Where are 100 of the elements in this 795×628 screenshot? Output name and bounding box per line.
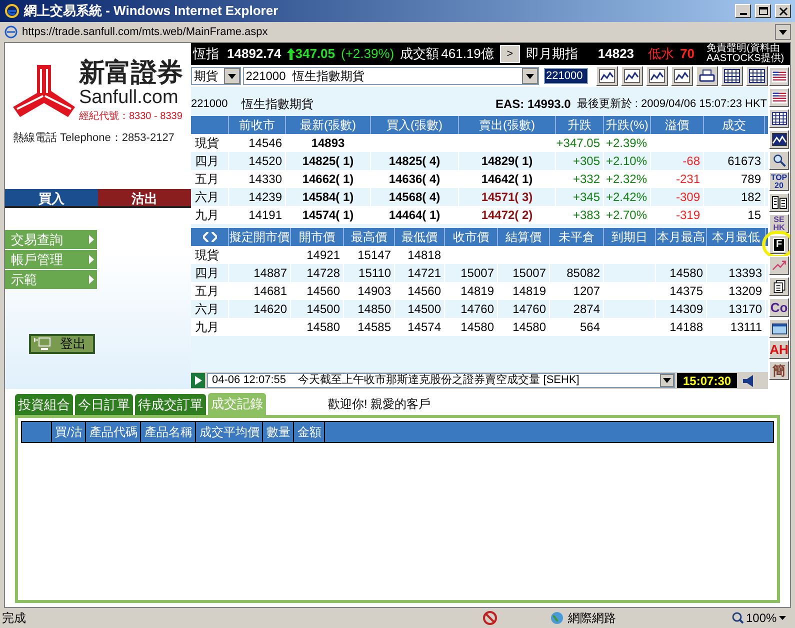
toolbar-button[interactable] (769, 151, 789, 170)
line-chart-icon (624, 69, 640, 83)
column-header: 產品代碼 (86, 422, 142, 442)
toolbar-button[interactable] (769, 319, 789, 338)
toolbar-button[interactable] (769, 277, 789, 296)
broker-number: 經紀代號：8330 - 8339 (79, 110, 183, 124)
toolbar-button[interactable] (769, 88, 789, 107)
index-name: 恆指 (193, 45, 219, 64)
line-chart-icon (674, 69, 690, 83)
toolbar-button[interactable]: 簡 (769, 361, 789, 380)
tab[interactable]: 今日訂單 (75, 394, 133, 415)
blocked-icon (482, 610, 498, 626)
toolbar-button[interactable] (769, 67, 789, 86)
arrow-right-icon (89, 235, 94, 244)
zoom-button[interactable]: 100% (732, 609, 786, 627)
list-icon (772, 196, 786, 209)
zoom-icon (732, 612, 744, 624)
dropdown-button[interactable] (775, 24, 791, 40)
document-icon (772, 280, 786, 293)
grid-icon (772, 112, 786, 125)
toolbar-button[interactable] (769, 130, 789, 149)
up-arrow-icon (287, 48, 296, 60)
table-cell: 14191 (229, 206, 286, 224)
table-cell: 564 (550, 318, 604, 336)
minimize-button[interactable] (735, 4, 751, 18)
table-cell: +383 (556, 206, 604, 224)
toolbar-button[interactable]: SE HK (769, 214, 789, 233)
toolbar-button[interactable] (769, 109, 789, 128)
arrow-right-icon (89, 255, 94, 264)
close-button[interactable] (775, 4, 791, 18)
tab[interactable]: 待成交訂單 (135, 394, 206, 415)
address-text: https://trade.sanfull.com/mts.web/MainFrame.aspx (22, 24, 269, 40)
expand-arrows-icon (202, 232, 216, 242)
zone-text: 網際網路 (568, 610, 616, 627)
table-cell: 14574 (395, 318, 445, 336)
product-code: 221000 (191, 96, 228, 112)
table-cell: 14580 (445, 318, 498, 336)
table-cell: 14188 (656, 318, 707, 336)
caret-icon (779, 30, 787, 34)
caret-icon (526, 74, 534, 78)
turnover-label: 成交額 (400, 45, 440, 64)
chart-tool-button[interactable] (721, 66, 743, 86)
disclaimer-text: 免責聲明(資料由 (706, 44, 780, 54)
chart-tool-button[interactable] (596, 66, 618, 86)
sell-button[interactable]: 沽出 (98, 189, 191, 208)
tab[interactable]: 投資組合 (15, 394, 73, 415)
row-header: 九月 (191, 206, 229, 224)
trend-arrow-icon (772, 259, 786, 272)
table-cell: -319 (651, 206, 704, 224)
column-header: 數量 (263, 422, 294, 442)
chart-tool-button[interactable] (621, 66, 643, 86)
toolbar-button[interactable]: TOP 20 (769, 172, 789, 191)
logout-button[interactable]: 登出 (29, 334, 95, 354)
toolbar-button[interactable]: F (769, 235, 789, 254)
buy-button[interactable]: 買入 (5, 189, 98, 208)
news-ticker-field[interactable]: 04-06 12:07:55 今天截至上午收市那斯達克股份之證券賣空成交量 [SEHK] (207, 373, 675, 388)
browser-icon (4, 3, 20, 19)
maximize-button[interactable] (755, 4, 771, 18)
chart-tool-button[interactable] (671, 66, 693, 86)
product-name: 恆生指數期貨 (242, 96, 314, 113)
grid-icon (724, 69, 740, 83)
minimize-icon (740, 12, 746, 14)
close-icon (778, 6, 788, 16)
news-lines-icon (772, 70, 786, 83)
eas-value: EAS: 14993.0 (495, 96, 571, 113)
column-header: 金額 (294, 422, 326, 442)
column-header: 產品名稱 (141, 422, 196, 442)
chart-tool-button[interactable] (696, 66, 718, 86)
disclaimer-text: AASTOCKS提供) (706, 54, 784, 64)
column-header: 成交平均價 (196, 422, 264, 442)
row-header: 九月 (191, 318, 229, 336)
printer-icon (699, 69, 715, 83)
index-change: 347.05 (295, 45, 335, 64)
brand-site: Sanfull.com (79, 87, 180, 109)
last-updated: 最後更新於 : 2009/04/06 15:07:23 HKT (576, 96, 767, 112)
index-value: 14892.74 (227, 45, 282, 64)
window-title: 網上交易系統 - Windows Internet Explorer (24, 2, 280, 20)
mountain-chart-icon (772, 133, 786, 146)
caret-icon (778, 616, 786, 620)
type-select[interactable]: 期貨 (191, 67, 241, 85)
chart-tool-button[interactable] (746, 66, 768, 86)
chart-tool-button[interactable] (646, 66, 668, 86)
table-cell: 14464( 1) (371, 206, 459, 224)
futures-label: 即月期指 (526, 45, 578, 64)
welcome-text: 歡迎你! 親愛的客戶 (328, 396, 431, 413)
product-select[interactable]: 221000 恆生指數期貨 (242, 67, 539, 85)
basis-value: 70 (680, 45, 695, 64)
turnover-value: 461.19億 (441, 45, 494, 64)
toolbar-button[interactable] (769, 193, 789, 212)
table-cell: 14580 (291, 318, 344, 336)
toolbar-button[interactable] (769, 256, 789, 275)
next-button[interactable]: > (500, 45, 520, 63)
toolbar-button[interactable]: Co (769, 298, 789, 317)
table-cell: 14585 (344, 318, 395, 336)
maximize-icon (758, 6, 768, 16)
line-chart-icon (649, 69, 665, 83)
table-cell: 15 (704, 206, 765, 224)
code-input[interactable]: 221000 (544, 68, 588, 84)
hotline-text: 熱線電話 Telephone：2853-2127 (13, 130, 176, 146)
page-icon (4, 25, 18, 39)
